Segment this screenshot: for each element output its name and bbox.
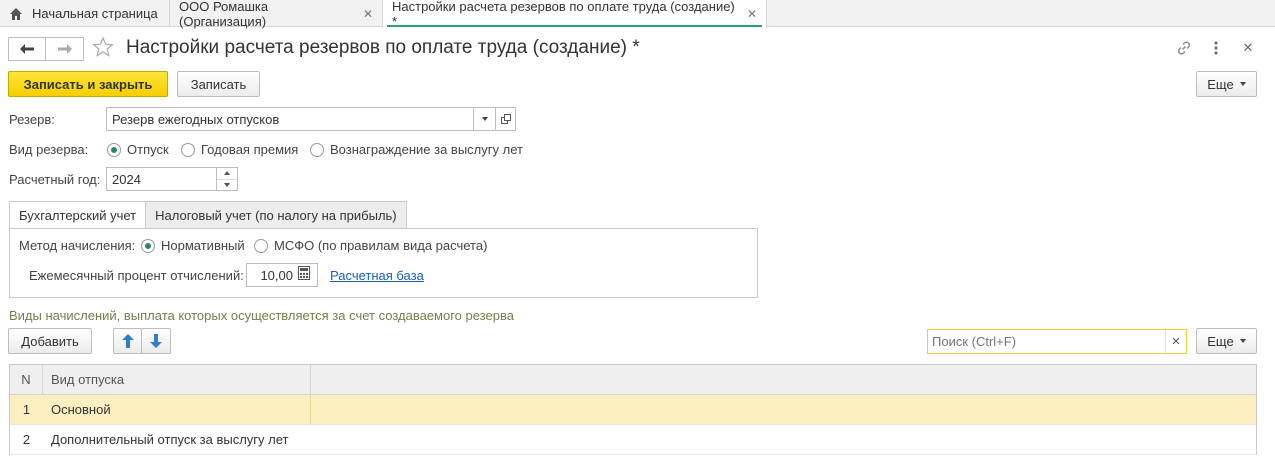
method-radio-ifrs[interactable]: МСФО (по правилам вида расчета) bbox=[254, 238, 487, 253]
table-more-button[interactable]: Еще bbox=[1196, 328, 1257, 354]
clear-search-icon[interactable]: ✕ bbox=[1165, 330, 1186, 353]
row-vacation-kind: Дополнительный отпуск за выслугу лет bbox=[51, 432, 289, 447]
reserve-dropdown-button[interactable] bbox=[473, 107, 496, 131]
year-value: 2024 bbox=[112, 171, 141, 187]
nav-buttons bbox=[8, 37, 84, 61]
arrow-up-icon bbox=[121, 334, 134, 348]
kind-radio-annual-bonus[interactable]: Годовая премия bbox=[181, 142, 298, 157]
radio-off-icon bbox=[181, 142, 195, 157]
reserve-label: Резерв: bbox=[9, 112, 55, 127]
method-option-label: Нормативный bbox=[161, 238, 245, 253]
tab-reserve-settings-label: Настройки расчета резервов по оплате тру… bbox=[392, 0, 735, 29]
calculation-base-link[interactable]: Расчетная база bbox=[330, 268, 424, 283]
method-label: Метод начисления: bbox=[19, 238, 136, 253]
forward-button[interactable] bbox=[46, 37, 84, 61]
accruals-table: N Вид отпуска 1 Основной 2 Дополнительны… bbox=[9, 364, 1257, 455]
table-row[interactable]: 2 Дополнительный отпуск за выслугу лет bbox=[10, 425, 1256, 455]
kind-option-label: Годовая премия bbox=[201, 142, 299, 157]
row-number: 1 bbox=[22, 402, 31, 417]
save-button[interactable]: Записать bbox=[177, 71, 260, 97]
accounting-tabs: Бухгалтерский учет Налоговый учет (по на… bbox=[9, 201, 407, 229]
move-up-button[interactable] bbox=[113, 328, 142, 354]
row-number: 2 bbox=[22, 432, 31, 447]
tab-organization[interactable]: ООО Ромашка (Организация) ✕ bbox=[170, 0, 383, 29]
home-icon bbox=[10, 7, 22, 20]
column-header-n[interactable]: N bbox=[10, 365, 43, 394]
close-icon[interactable]: ✕ bbox=[747, 7, 757, 21]
open-icon bbox=[500, 114, 511, 124]
stepper-up-icon[interactable] bbox=[217, 168, 237, 180]
more-button[interactable]: Еще bbox=[1196, 71, 1257, 97]
close-icon[interactable]: ✕ bbox=[363, 7, 373, 21]
tab-home-label: Начальная страница bbox=[32, 6, 158, 21]
tab-tax-accounting[interactable]: Налоговый учет (по налогу на прибыль) bbox=[146, 201, 407, 229]
table-row[interactable]: 1 Основной bbox=[10, 395, 1256, 425]
kind-radio-seniority[interactable]: Вознаграждение за выслугу лет bbox=[310, 142, 523, 157]
row-vacation-kind: Основной bbox=[43, 395, 311, 424]
favorite-star-icon[interactable] bbox=[92, 36, 114, 58]
kind-label: Вид резерва: bbox=[9, 142, 89, 157]
tab-home[interactable]: Начальная страница bbox=[0, 0, 170, 27]
table-header: N Вид отпуска bbox=[10, 365, 1256, 395]
kind-radio-vacation[interactable]: Отпуск bbox=[107, 142, 169, 157]
search-field[interactable] bbox=[928, 330, 1165, 353]
kind-option-label: Отпуск bbox=[127, 142, 169, 157]
year-stepper[interactable] bbox=[216, 167, 238, 191]
tab-reserve-settings[interactable]: Настройки расчета резервов по оплате тру… bbox=[383, 0, 767, 29]
radio-on-icon bbox=[141, 238, 155, 253]
arrow-down-icon bbox=[150, 334, 162, 348]
table-more-label: Еще bbox=[1207, 333, 1234, 349]
percent-value: 10,00 bbox=[260, 267, 293, 283]
stepper-down-icon[interactable] bbox=[217, 180, 237, 191]
search-input[interactable]: ✕ bbox=[927, 329, 1187, 354]
move-down-button[interactable] bbox=[141, 328, 171, 354]
kind-option-label: Вознаграждение за выслугу лет bbox=[330, 142, 523, 157]
reserve-value: Резерв ежегодных отпусков bbox=[112, 111, 280, 127]
more-button-label: Еще bbox=[1207, 76, 1234, 92]
column-header-vacation-kind[interactable]: Вид отпуска bbox=[43, 365, 311, 394]
radio-off-icon bbox=[254, 238, 268, 253]
radio-on-icon bbox=[107, 142, 121, 157]
arrow-left-icon bbox=[20, 44, 34, 54]
add-button[interactable]: Добавить bbox=[8, 328, 92, 354]
save-and-close-button[interactable]: Записать и закрыть bbox=[8, 71, 168, 97]
tab-organization-label: ООО Ромашка (Организация) bbox=[179, 0, 269, 29]
year-label: Расчетный год: bbox=[9, 172, 101, 187]
tab-bar: Начальная страница ООО Ромашка (Организа… bbox=[0, 0, 1275, 29]
reserve-field[interactable]: Резерв ежегодных отпусков bbox=[106, 107, 496, 131]
section-title: Виды начислений, выплата которых осущест… bbox=[9, 308, 514, 323]
page-title: Настройки расчета резервов по оплате тру… bbox=[126, 37, 640, 58]
chevron-down-icon bbox=[481, 117, 488, 121]
radio-off-icon bbox=[310, 142, 324, 157]
reserve-open-button[interactable] bbox=[495, 107, 516, 131]
method-option-label: МСФО (по правилам вида расчета) bbox=[274, 238, 488, 253]
link-icon[interactable] bbox=[1175, 38, 1193, 58]
method-radio-normative[interactable]: Нормативный bbox=[141, 238, 245, 253]
percent-label: Ежемесячный процент отчислений: bbox=[29, 268, 244, 283]
close-window-icon[interactable]: ✕ bbox=[1239, 38, 1257, 58]
chevron-down-icon bbox=[1239, 82, 1246, 86]
tab-accounting[interactable]: Бухгалтерский учет bbox=[9, 201, 147, 229]
chevron-down-icon bbox=[1239, 339, 1246, 343]
back-button[interactable] bbox=[8, 37, 46, 61]
calculator-icon[interactable] bbox=[298, 266, 312, 282]
arrow-right-icon bbox=[57, 44, 72, 54]
header-icons: ✕ bbox=[1175, 38, 1257, 58]
more-vertical-icon[interactable] bbox=[1207, 38, 1225, 58]
